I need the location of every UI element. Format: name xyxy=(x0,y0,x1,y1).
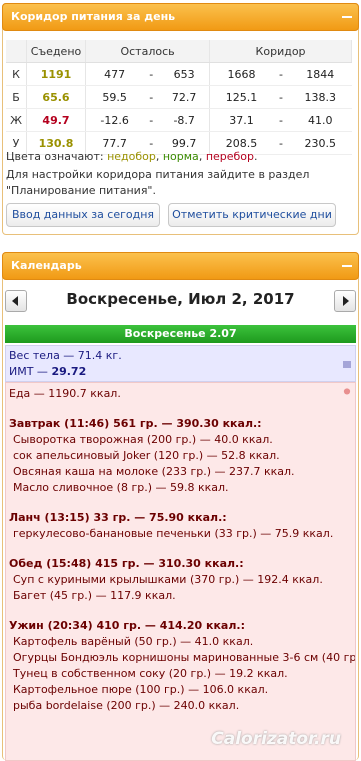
food-item: Тунец в собственном соку (20 гр.) — 19.2… xyxy=(13,667,288,680)
arrow-left-icon xyxy=(12,296,18,306)
calendar-panel-title: Календарь xyxy=(11,259,82,272)
table-header-corridor: Коридор xyxy=(209,40,352,63)
corridor-panel-header[interactable]: Коридор питания за день xyxy=(2,3,359,31)
corridor-max: 41.0 xyxy=(289,108,352,132)
corridor-max: 1844 xyxy=(289,62,352,86)
dash: - xyxy=(273,62,289,86)
food-item: сок апельсиновый Joker (120 гр.) — 52.8 … xyxy=(13,449,280,462)
calendar-panel-header[interactable]: Календарь xyxy=(2,252,359,280)
table-header-eaten: Съедено xyxy=(26,40,86,63)
corridor-min: 125.1 xyxy=(209,85,273,109)
meal-header: Обед (15:48) 415 гр. — 310.30 ккал.: xyxy=(9,557,244,570)
food-item: Сыворотка творожная (200 гр.) — 40.0 кка… xyxy=(13,433,273,446)
food-item: Картофельное пюре (100 гр.) — 106.0 ккал… xyxy=(13,683,269,696)
table-header-blank xyxy=(6,40,27,63)
food-item: Огурцы Бондюэль корнишоны маринованные 3… xyxy=(13,651,356,664)
left-max: 653 xyxy=(159,62,211,86)
row-label: К xyxy=(6,62,27,86)
table-row: К 1191 477 - 653 1668 - 1844 xyxy=(6,62,352,86)
legend-over: перебор xyxy=(205,150,255,163)
food-item: Овсяная каша на молоке (233 гр.) — 237.7… xyxy=(13,465,295,478)
legend-norm: норма xyxy=(162,150,199,163)
day-header-bar: Воскресенье 2.07 xyxy=(5,325,356,343)
apple-icon[interactable] xyxy=(343,387,351,395)
eaten-value: 65.6 xyxy=(26,85,86,109)
corridor-min: 1668 xyxy=(209,62,273,86)
eaten-value: 49.7 xyxy=(26,108,86,132)
food-item: Масло сливочное (8 гр.) — 59.8 ккал. xyxy=(13,481,229,494)
row-label: Б xyxy=(6,85,27,109)
input-today-button[interactable]: Ввод данных за сегодня xyxy=(6,203,160,227)
collapse-icon[interactable] xyxy=(342,12,352,22)
corridor-max: 230.5 xyxy=(289,131,352,155)
dash: - xyxy=(143,108,160,132)
corridor-table: Съедено Осталось Коридор К 1191 477 - 65… xyxy=(6,40,352,155)
table-header-left: Осталось xyxy=(85,40,211,63)
bmi-value: 29.72 xyxy=(51,365,87,378)
meal-header: Ужин (20:34) 410 гр. — 414.20 ккал.: xyxy=(9,619,245,632)
collapse-icon[interactable] xyxy=(342,261,352,271)
next-day-button[interactable] xyxy=(334,290,356,312)
table-row: Ж 49.7 -12.6 - -8.7 37.1 - 41.0 xyxy=(6,108,352,132)
food-total: Еда — 1190.7 ккал. xyxy=(9,387,121,400)
food-item: Багет (45 гр.) — 117.9 ккал. xyxy=(13,589,176,602)
weight-line: Вес тела — 71.4 кг. xyxy=(9,349,122,362)
watermark: Calorizator.ru xyxy=(211,729,341,749)
left-min: 477 xyxy=(85,62,144,86)
left-min: 59.5 xyxy=(85,85,144,109)
bmi-label: ИМТ — xyxy=(9,365,48,378)
row-label: Ж xyxy=(6,108,27,132)
settings-note-line-2[interactable]: "Планирование питания". xyxy=(6,184,156,197)
bmi-line: ИМТ — 29.72 xyxy=(9,365,86,378)
scale-icon[interactable] xyxy=(343,360,351,368)
dash: - xyxy=(273,108,289,132)
meal-header: Завтрак (11:46) 561 гр. — 390.30 ккал.: xyxy=(9,417,262,430)
dash: - xyxy=(273,85,289,109)
corridor-panel-title: Коридор питания за день xyxy=(11,10,176,23)
dash: - xyxy=(273,131,289,155)
legend-prefix: Цвета означают: xyxy=(6,150,104,163)
corridor-max: 138.3 xyxy=(289,85,352,109)
mark-critical-days-button[interactable]: Отметить критические дни xyxy=(168,203,336,227)
eaten-value: 1191 xyxy=(26,62,86,86)
color-legend: Цвета означают: недобор, норма, перебор. xyxy=(6,150,258,163)
food-item: геркулесово-банановые печеньки (33 гр.) … xyxy=(13,527,334,540)
left-min: -12.6 xyxy=(85,108,144,132)
corridor-min: 37.1 xyxy=(209,108,273,132)
food-item: рыба bordelaise (200 гр.) — 240.0 ккал. xyxy=(13,699,240,712)
food-item: Картофель варёный (50 гр.) — 41.0 ккал. xyxy=(13,635,254,648)
food-box: Еда — 1190.7 ккал. Завтрак (11:46) 561 гр… xyxy=(5,382,356,761)
meal-header: Ланч (13:15) 33 гр. — 75.90 ккал.: xyxy=(9,511,227,524)
prev-day-button[interactable] xyxy=(5,290,27,312)
weight-box: Вес тела — 71.4 кг. ИМТ — 29.72 xyxy=(5,345,356,382)
table-row: Б 65.6 59.5 - 72.7 125.1 - 138.3 xyxy=(6,85,352,109)
settings-note-line-1: Для настройки коридора питания зайдите в… xyxy=(6,168,310,181)
dash: - xyxy=(143,85,160,109)
left-max: -8.7 xyxy=(159,108,211,132)
food-item: Суп с куриными крылышками (370 гр.) — 19… xyxy=(13,573,323,586)
left-max: 72.7 xyxy=(159,85,211,109)
calendar-date-title: Воскресенье, Июл 2, 2017 xyxy=(66,290,295,308)
dash: - xyxy=(143,62,160,86)
legend-under: недобор xyxy=(107,150,156,163)
arrow-right-icon xyxy=(343,296,349,306)
